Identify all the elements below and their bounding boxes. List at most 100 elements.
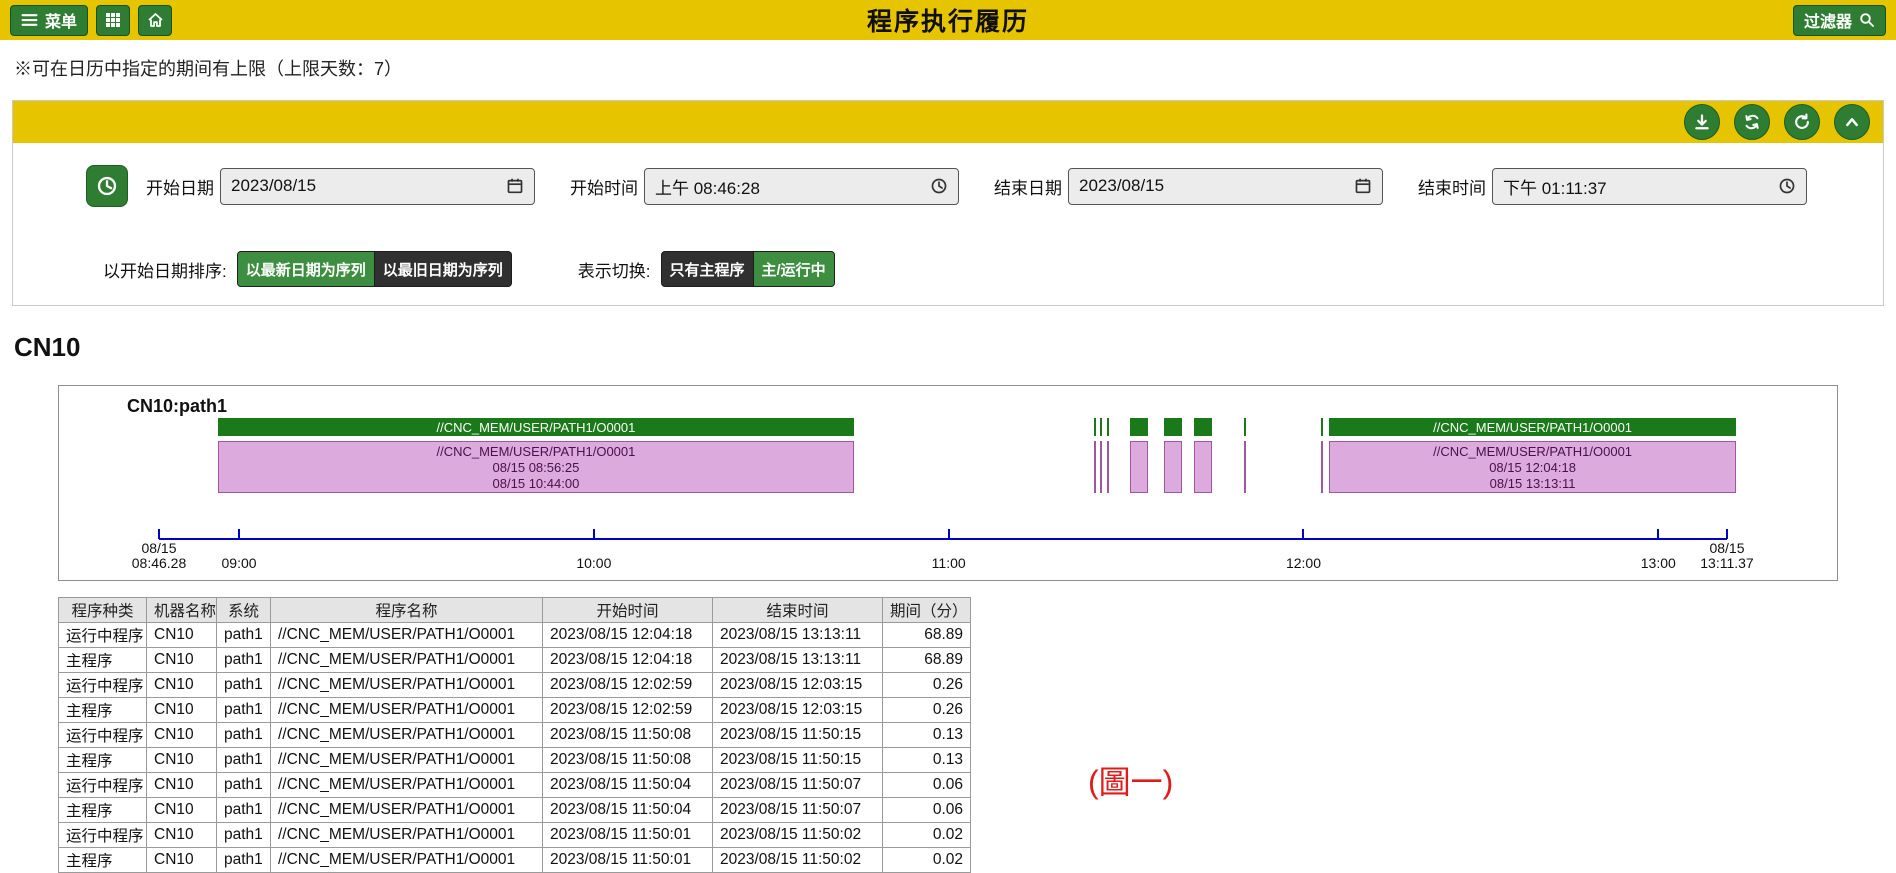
- sort-newest-button[interactable]: 以最新日期为序列: [237, 251, 375, 287]
- table-row: 主程序CN10path1//CNC_MEM/USER/PATH1/O000120…: [59, 798, 971, 823]
- running-program-bar-text: 08/15 13:13:11: [1330, 476, 1735, 492]
- filter-button-label: 过滤器: [1804, 8, 1852, 32]
- running-program-bar-text: 08/15 08:56:25: [219, 460, 853, 476]
- table-cell: 2023/08/15 13:13:11: [713, 648, 883, 673]
- table-cell: //CNC_MEM/USER/PATH1/O0001: [271, 648, 543, 673]
- main-program-bar[interactable]: [1100, 418, 1102, 436]
- table-cell: CN10: [147, 773, 217, 798]
- running-program-bar[interactable]: [1094, 441, 1096, 493]
- main-program-bar[interactable]: [1194, 418, 1212, 436]
- end-time-input[interactable]: 下午 01:11:37: [1492, 168, 1807, 205]
- running-program-bar[interactable]: [1194, 441, 1212, 493]
- column-header: 结束时间: [713, 598, 883, 623]
- history-table-body: 运行中程序CN10path1//CNC_MEM/USER/PATH1/O0001…: [59, 623, 971, 873]
- table-cell: 0.13: [883, 748, 971, 773]
- table-cell: path1: [217, 648, 271, 673]
- history-table: 程序种类机器名称系统程序名称开始时间结束时间期间（分） 运行中程序CN10pat…: [58, 597, 971, 873]
- column-header: 机器名称: [147, 598, 217, 623]
- main-program-bar[interactable]: [1107, 418, 1109, 436]
- running-program-bar[interactable]: [1130, 441, 1148, 493]
- axis-tick-label: 11:00: [932, 555, 966, 571]
- table-cell: //CNC_MEM/USER/PATH1/O0001: [271, 773, 543, 798]
- filter-panel: 开始日期 2023/08/15 开始时间 上午 08:46:28 结束日期 20…: [12, 100, 1884, 306]
- history-clock-icon: [96, 175, 118, 197]
- end-date-value: 2023/08/15: [1079, 176, 1164, 196]
- table-cell: path1: [217, 848, 271, 873]
- table-row: 主程序CN10path1//CNC_MEM/USER/PATH1/O000120…: [59, 698, 971, 723]
- main-program-bar[interactable]: [1321, 418, 1323, 436]
- running-program-bar-text: 08/15 12:04:18: [1330, 460, 1735, 476]
- table-row: 运行中程序CN10path1//CNC_MEM/USER/PATH1/O0001…: [59, 823, 971, 848]
- chevron-up-icon: [1843, 113, 1861, 131]
- table-cell: 0.06: [883, 773, 971, 798]
- display-toggle-label: 表示切换:: [578, 257, 651, 282]
- start-time-input[interactable]: 上午 08:46:28: [644, 168, 959, 205]
- table-cell: CN10: [147, 748, 217, 773]
- table-cell: 0.26: [883, 673, 971, 698]
- start-date-input[interactable]: 2023/08/15: [220, 168, 535, 205]
- start-date-value: 2023/08/15: [231, 176, 316, 196]
- table-cell: 68.89: [883, 623, 971, 648]
- main-program-bar[interactable]: [1130, 418, 1148, 436]
- home-button[interactable]: [138, 5, 172, 36]
- apps-button[interactable]: [96, 5, 130, 36]
- running-program-bar[interactable]: [1100, 441, 1102, 493]
- download-icon: [1693, 113, 1711, 131]
- table-cell: CN10: [147, 648, 217, 673]
- refresh-button[interactable]: [1784, 104, 1820, 140]
- main-program-bar[interactable]: [1094, 418, 1096, 436]
- main-program-bar[interactable]: [1244, 418, 1246, 436]
- running-program-bar[interactable]: [1244, 441, 1246, 493]
- running-program-bar[interactable]: //CNC_MEM/USER/PATH1/O000108/15 08:56:25…: [218, 441, 854, 493]
- sort-oldest-button[interactable]: 以最旧日期为序列: [375, 251, 512, 287]
- table-row: 主程序CN10path1//CNC_MEM/USER/PATH1/O000120…: [59, 848, 971, 873]
- sync-icon: [1743, 113, 1761, 131]
- table-cell: //CNC_MEM/USER/PATH1/O0001: [271, 748, 543, 773]
- table-cell: //CNC_MEM/USER/PATH1/O0001: [271, 698, 543, 723]
- table-cell: 主程序: [59, 698, 147, 723]
- table-cell: //CNC_MEM/USER/PATH1/O0001: [271, 723, 543, 748]
- menu-button[interactable]: 菜单: [10, 5, 88, 36]
- running-program-bar[interactable]: [1107, 441, 1109, 493]
- top-bar-left: 菜单: [10, 5, 172, 36]
- download-button[interactable]: [1684, 104, 1720, 140]
- main-program-bar[interactable]: //CNC_MEM/USER/PATH1/O0001: [1329, 418, 1736, 436]
- table-cell: path1: [217, 748, 271, 773]
- sort-label: 以开始日期排序:: [103, 257, 227, 282]
- axis-tick-label: 10:00: [576, 555, 611, 571]
- table-cell: CN10: [147, 623, 217, 648]
- end-date-input[interactable]: 2023/08/15: [1068, 168, 1383, 205]
- table-cell: 68.89: [883, 648, 971, 673]
- table-cell: 2023/08/15 12:02:59: [543, 698, 713, 723]
- axis-tick: [1726, 529, 1728, 539]
- clock-icon: [1778, 177, 1796, 195]
- time-range-button[interactable]: [86, 165, 128, 207]
- filter-button[interactable]: 过滤器: [1793, 5, 1886, 36]
- axis-tick: [1302, 529, 1304, 539]
- clock-icon: [930, 177, 948, 195]
- table-cell: 2023/08/15 11:50:04: [543, 798, 713, 823]
- table-cell: CN10: [147, 848, 217, 873]
- column-header: 期间（分）: [883, 598, 971, 623]
- display-main-running-button[interactable]: 主/运行中: [754, 251, 835, 287]
- top-bar: 菜单 程序执行履历 过滤器: [0, 0, 1896, 40]
- axis-tick: [1657, 529, 1659, 539]
- table-cell: //CNC_MEM/USER/PATH1/O0001: [271, 848, 543, 873]
- table-cell: CN10: [147, 823, 217, 848]
- top-bar-right: 过滤器: [1793, 5, 1886, 36]
- running-program-bar-text: //CNC_MEM/USER/PATH1/O0001: [219, 444, 853, 460]
- table-cell: 2023/08/15 12:03:15: [713, 673, 883, 698]
- collapse-button[interactable]: [1834, 104, 1870, 140]
- table-cell: path1: [217, 723, 271, 748]
- main-program-bar[interactable]: //CNC_MEM/USER/PATH1/O0001: [218, 418, 854, 436]
- main-program-bar[interactable]: [1164, 418, 1182, 436]
- axis-tick: [238, 529, 240, 539]
- running-program-bar[interactable]: [1164, 441, 1182, 493]
- sync-button[interactable]: [1734, 104, 1770, 140]
- running-program-bar[interactable]: //CNC_MEM/USER/PATH1/O000108/15 12:04:18…: [1329, 441, 1736, 493]
- time-axis: [159, 538, 1727, 540]
- axis-tick: [948, 529, 950, 539]
- display-main-only-button[interactable]: 只有主程序: [661, 251, 754, 287]
- table-cell: 2023/08/15 11:50:07: [713, 798, 883, 823]
- running-program-bar[interactable]: [1321, 441, 1323, 493]
